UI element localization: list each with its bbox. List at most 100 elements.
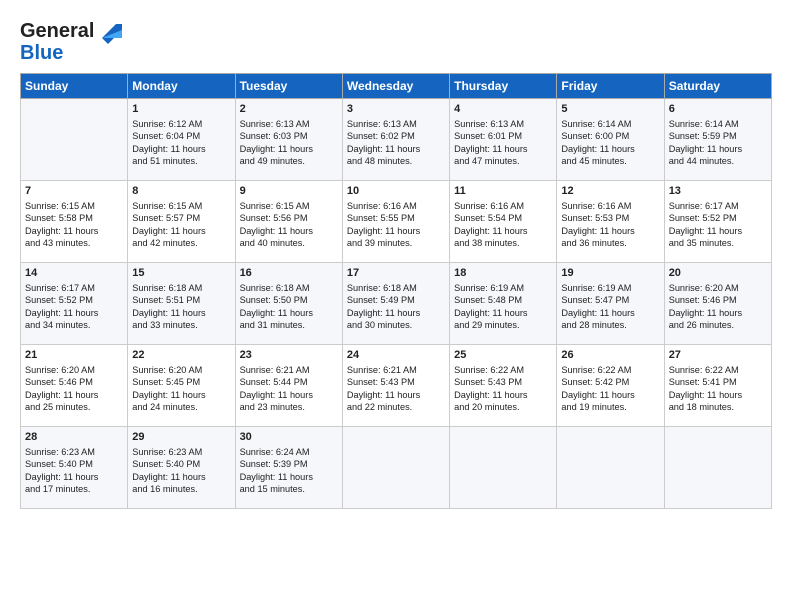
day-info: Sunrise: 6:16 AMSunset: 5:54 PMDaylight:…	[454, 200, 552, 250]
day-cell: 16Sunrise: 6:18 AMSunset: 5:50 PMDayligh…	[235, 263, 342, 345]
day-cell: 23Sunrise: 6:21 AMSunset: 5:44 PMDayligh…	[235, 345, 342, 427]
day-cell: 6Sunrise: 6:14 AMSunset: 5:59 PMDaylight…	[664, 99, 771, 181]
day-info: Sunrise: 6:20 AMSunset: 5:45 PMDaylight:…	[132, 364, 230, 414]
day-cell: 22Sunrise: 6:20 AMSunset: 5:45 PMDayligh…	[128, 345, 235, 427]
day-cell: 29Sunrise: 6:23 AMSunset: 5:40 PMDayligh…	[128, 427, 235, 509]
day-cell: 17Sunrise: 6:18 AMSunset: 5:49 PMDayligh…	[342, 263, 449, 345]
day-cell: 14Sunrise: 6:17 AMSunset: 5:52 PMDayligh…	[21, 263, 128, 345]
col-header-friday: Friday	[557, 74, 664, 99]
day-cell	[450, 427, 557, 509]
day-info: Sunrise: 6:13 AMSunset: 6:01 PMDaylight:…	[454, 118, 552, 168]
day-info: Sunrise: 6:18 AMSunset: 5:49 PMDaylight:…	[347, 282, 445, 332]
day-info: Sunrise: 6:12 AMSunset: 6:04 PMDaylight:…	[132, 118, 230, 168]
day-info: Sunrise: 6:15 AMSunset: 5:58 PMDaylight:…	[25, 200, 123, 250]
day-cell: 8Sunrise: 6:15 AMSunset: 5:57 PMDaylight…	[128, 181, 235, 263]
day-info: Sunrise: 6:19 AMSunset: 5:48 PMDaylight:…	[454, 282, 552, 332]
day-info: Sunrise: 6:20 AMSunset: 5:46 PMDaylight:…	[25, 364, 123, 414]
day-number: 5	[561, 102, 659, 117]
day-cell	[342, 427, 449, 509]
day-cell: 21Sunrise: 6:20 AMSunset: 5:46 PMDayligh…	[21, 345, 128, 427]
day-info: Sunrise: 6:14 AMSunset: 6:00 PMDaylight:…	[561, 118, 659, 168]
day-number: 24	[347, 348, 445, 363]
header-row: SundayMondayTuesdayWednesdayThursdayFrid…	[21, 74, 772, 99]
day-cell: 18Sunrise: 6:19 AMSunset: 5:48 PMDayligh…	[450, 263, 557, 345]
day-number: 19	[561, 266, 659, 281]
day-cell: 10Sunrise: 6:16 AMSunset: 5:55 PMDayligh…	[342, 181, 449, 263]
day-cell	[21, 99, 128, 181]
day-number: 2	[240, 102, 338, 117]
week-row-5: 28Sunrise: 6:23 AMSunset: 5:40 PMDayligh…	[21, 427, 772, 509]
day-info: Sunrise: 6:16 AMSunset: 5:55 PMDaylight:…	[347, 200, 445, 250]
day-cell: 28Sunrise: 6:23 AMSunset: 5:40 PMDayligh…	[21, 427, 128, 509]
day-info: Sunrise: 6:20 AMSunset: 5:46 PMDaylight:…	[669, 282, 767, 332]
day-number: 9	[240, 184, 338, 199]
day-info: Sunrise: 6:24 AMSunset: 5:39 PMDaylight:…	[240, 446, 338, 496]
day-number: 29	[132, 430, 230, 445]
day-info: Sunrise: 6:17 AMSunset: 5:52 PMDaylight:…	[25, 282, 123, 332]
day-cell: 1Sunrise: 6:12 AMSunset: 6:04 PMDaylight…	[128, 99, 235, 181]
day-number: 30	[240, 430, 338, 445]
day-info: Sunrise: 6:22 AMSunset: 5:41 PMDaylight:…	[669, 364, 767, 414]
week-row-2: 7Sunrise: 6:15 AMSunset: 5:58 PMDaylight…	[21, 181, 772, 263]
day-cell: 12Sunrise: 6:16 AMSunset: 5:53 PMDayligh…	[557, 181, 664, 263]
day-cell: 11Sunrise: 6:16 AMSunset: 5:54 PMDayligh…	[450, 181, 557, 263]
day-cell	[664, 427, 771, 509]
week-row-4: 21Sunrise: 6:20 AMSunset: 5:46 PMDayligh…	[21, 345, 772, 427]
day-cell: 13Sunrise: 6:17 AMSunset: 5:52 PMDayligh…	[664, 181, 771, 263]
header: General Blue	[20, 16, 772, 65]
day-cell: 30Sunrise: 6:24 AMSunset: 5:39 PMDayligh…	[235, 427, 342, 509]
day-number: 14	[25, 266, 123, 281]
day-cell: 15Sunrise: 6:18 AMSunset: 5:51 PMDayligh…	[128, 263, 235, 345]
day-number: 3	[347, 102, 445, 117]
logo-icon	[94, 16, 124, 46]
col-header-tuesday: Tuesday	[235, 74, 342, 99]
day-cell: 7Sunrise: 6:15 AMSunset: 5:58 PMDaylight…	[21, 181, 128, 263]
day-info: Sunrise: 6:15 AMSunset: 5:57 PMDaylight:…	[132, 200, 230, 250]
day-cell: 25Sunrise: 6:22 AMSunset: 5:43 PMDayligh…	[450, 345, 557, 427]
day-info: Sunrise: 6:22 AMSunset: 5:42 PMDaylight:…	[561, 364, 659, 414]
day-info: Sunrise: 6:13 AMSunset: 6:02 PMDaylight:…	[347, 118, 445, 168]
logo-general: General	[20, 20, 94, 43]
day-info: Sunrise: 6:16 AMSunset: 5:53 PMDaylight:…	[561, 200, 659, 250]
day-cell: 27Sunrise: 6:22 AMSunset: 5:41 PMDayligh…	[664, 345, 771, 427]
day-info: Sunrise: 6:17 AMSunset: 5:52 PMDaylight:…	[669, 200, 767, 250]
day-info: Sunrise: 6:23 AMSunset: 5:40 PMDaylight:…	[25, 446, 123, 496]
day-cell: 24Sunrise: 6:21 AMSunset: 5:43 PMDayligh…	[342, 345, 449, 427]
day-cell: 20Sunrise: 6:20 AMSunset: 5:46 PMDayligh…	[664, 263, 771, 345]
col-header-sunday: Sunday	[21, 74, 128, 99]
day-info: Sunrise: 6:14 AMSunset: 5:59 PMDaylight:…	[669, 118, 767, 168]
day-info: Sunrise: 6:15 AMSunset: 5:56 PMDaylight:…	[240, 200, 338, 250]
day-info: Sunrise: 6:13 AMSunset: 6:03 PMDaylight:…	[240, 118, 338, 168]
day-number: 21	[25, 348, 123, 363]
day-number: 12	[561, 184, 659, 199]
day-info: Sunrise: 6:23 AMSunset: 5:40 PMDaylight:…	[132, 446, 230, 496]
day-info: Sunrise: 6:21 AMSunset: 5:44 PMDaylight:…	[240, 364, 338, 414]
day-cell: 4Sunrise: 6:13 AMSunset: 6:01 PMDaylight…	[450, 99, 557, 181]
day-cell: 26Sunrise: 6:22 AMSunset: 5:42 PMDayligh…	[557, 345, 664, 427]
day-info: Sunrise: 6:18 AMSunset: 5:51 PMDaylight:…	[132, 282, 230, 332]
logo: General Blue	[20, 16, 124, 65]
day-number: 16	[240, 266, 338, 281]
day-number: 25	[454, 348, 552, 363]
day-info: Sunrise: 6:22 AMSunset: 5:43 PMDaylight:…	[454, 364, 552, 414]
day-cell	[557, 427, 664, 509]
day-cell: 9Sunrise: 6:15 AMSunset: 5:56 PMDaylight…	[235, 181, 342, 263]
day-cell: 5Sunrise: 6:14 AMSunset: 6:00 PMDaylight…	[557, 99, 664, 181]
day-number: 20	[669, 266, 767, 281]
day-info: Sunrise: 6:21 AMSunset: 5:43 PMDaylight:…	[347, 364, 445, 414]
day-number: 23	[240, 348, 338, 363]
day-number: 22	[132, 348, 230, 363]
day-number: 13	[669, 184, 767, 199]
day-cell: 19Sunrise: 6:19 AMSunset: 5:47 PMDayligh…	[557, 263, 664, 345]
day-number: 18	[454, 266, 552, 281]
col-header-saturday: Saturday	[664, 74, 771, 99]
day-number: 7	[25, 184, 123, 199]
day-number: 1	[132, 102, 230, 117]
day-number: 17	[347, 266, 445, 281]
day-info: Sunrise: 6:19 AMSunset: 5:47 PMDaylight:…	[561, 282, 659, 332]
day-cell: 2Sunrise: 6:13 AMSunset: 6:03 PMDaylight…	[235, 99, 342, 181]
col-header-monday: Monday	[128, 74, 235, 99]
day-cell: 3Sunrise: 6:13 AMSunset: 6:02 PMDaylight…	[342, 99, 449, 181]
day-number: 15	[132, 266, 230, 281]
col-header-thursday: Thursday	[450, 74, 557, 99]
